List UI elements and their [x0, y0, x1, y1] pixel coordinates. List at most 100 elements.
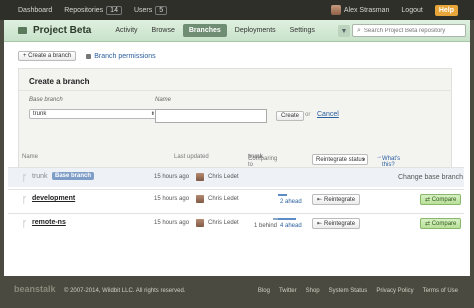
compare-button[interactable]: ⇄ Compare [420, 218, 462, 229]
base-branch-value: trunk [33, 111, 47, 117]
avatar [330, 5, 341, 15]
chevron-down-icon: ▾ [362, 157, 365, 163]
create-branch-button[interactable]: + Create a branch [18, 51, 77, 61]
base-branch-select[interactable]: trunk ⬍ [29, 109, 159, 119]
compare-label: Compare [431, 197, 457, 203]
cancel-link[interactable]: Cancel [317, 111, 339, 118]
ahead-behind-bars [260, 218, 296, 221]
user-name: Alex Strasman [343, 6, 390, 14]
behind-count: 1 behind [254, 223, 278, 229]
sort-select-value: Reintegrate status [316, 157, 365, 163]
nav-dashboard[interactable]: Dashboard [18, 7, 52, 14]
reintegrate-label: Reintegrate [324, 220, 356, 227]
compare-label: Compare [431, 221, 457, 227]
logout-link[interactable]: Logout [401, 7, 422, 14]
global-nav: Dashboard Repositories 14 Users 5 [18, 5, 168, 15]
branch-permissions-label: Branch permissions [94, 52, 156, 60]
help-button[interactable]: Help [434, 4, 458, 16]
project-title[interactable]: Project Beta [33, 25, 91, 36]
table-header: Name Last updated Comparing to trunk Rei… [18, 152, 452, 168]
ahead-count[interactable]: 4 ahead [280, 223, 302, 229]
tab-deployments[interactable]: Deployments [229, 24, 282, 37]
footer-links: Blog Twitter Shop System Status Privacy … [258, 288, 458, 294]
tab-branches[interactable]: Branches [182, 24, 227, 37]
filter-icon[interactable]: ▼ [338, 25, 350, 37]
col-updated: Last updated [174, 154, 209, 160]
nav-repositories-label: Repositories [64, 6, 104, 14]
footer-link-shop[interactable]: Shop [306, 288, 320, 294]
divider [19, 90, 451, 91]
compare-status: 2 ahead [254, 193, 302, 207]
user-name: Chris Ledet [208, 220, 239, 226]
branch-name-input[interactable] [155, 109, 267, 123]
form-title: Create a branch [29, 77, 90, 86]
tab-activity[interactable]: Activity [109, 24, 143, 37]
base-branch-badge: Base branch [52, 172, 95, 180]
name-label: Name [155, 97, 172, 103]
branch-name[interactable]: remote-ns [32, 219, 66, 226]
footer-link-twitter[interactable]: Twitter [279, 288, 297, 294]
compare-icon: ⇄ [425, 221, 431, 227]
branch-actions: + Create a branch Branch permissions [18, 51, 156, 61]
nav-users-label: Users [133, 6, 153, 14]
repository-icon [18, 27, 27, 34]
beanstalk-logo[interactable]: beanstalk [14, 284, 56, 294]
avatar [196, 195, 204, 203]
compare-status: 1 behind 4 ahead [254, 217, 302, 231]
user-name: Chris Ledet [208, 196, 239, 202]
col-name: Name [22, 154, 39, 160]
lock-icon [86, 53, 92, 59]
nav-users[interactable]: Users 5 [133, 5, 168, 15]
change-base-branch-link[interactable]: Change base branch [398, 174, 463, 181]
search-input[interactable] [363, 27, 465, 34]
branch-name[interactable]: trunk [32, 173, 48, 180]
tab-browse[interactable]: Browse [146, 24, 181, 37]
footer-link-blog[interactable]: Blog [258, 288, 270, 294]
base-branch-label: Base branch [29, 97, 63, 103]
compare-button[interactable]: ⇄ Compare [420, 194, 462, 205]
whats-this-link[interactable]: → What's this? [376, 154, 400, 168]
last-updated: 15 hours ago [154, 196, 190, 202]
avatar [196, 219, 204, 227]
project-tabs: Activity Browse Branches Deployments Set… [109, 24, 321, 37]
branch-icon: ᚴ [22, 195, 28, 205]
ahead-bar [278, 218, 296, 220]
branch-permissions-link[interactable]: Branch permissions [86, 52, 156, 60]
search-field[interactable]: ⌕ [352, 24, 466, 37]
user-menu[interactable]: Alex Strasman [330, 5, 390, 15]
avatar [196, 173, 204, 181]
ahead-behind-bars [260, 194, 296, 197]
top-bar: Dashboard Repositories 14 Users 5 Alex Str… [0, 0, 474, 20]
branch-name[interactable]: development [32, 195, 75, 202]
main-panel: + Create a branch Branch permissions Cre… [4, 42, 470, 276]
compare-icon: ⇄ [425, 197, 431, 203]
reintegrate-button[interactable]: ⇤ Reintegrate [312, 218, 361, 229]
nav-repositories[interactable]: Repositories 14 [64, 5, 122, 15]
reintegrate-icon: ⇤ [317, 221, 323, 227]
search-icon: ⌕ [357, 26, 361, 34]
reintegrate-icon: ⇤ [317, 197, 323, 203]
or-text: or [305, 112, 311, 118]
footer-link-privacy[interactable]: Privacy Policy [376, 288, 413, 294]
user-area: Alex Strasman Logout Help [330, 0, 474, 20]
last-updated: 15 hours ago [154, 174, 190, 180]
reintegrate-button[interactable]: ⇤ Reintegrate [312, 194, 361, 205]
copyright: © 2007-2014, Wildbit LLC. All rights res… [64, 288, 186, 294]
ahead-count[interactable]: 2 ahead [280, 199, 302, 205]
tab-settings[interactable]: Settings [284, 24, 321, 37]
branch-icon: ᚴ [22, 173, 28, 183]
table-row: ᚴ development 15 hours ago Chris Ledet 2… [8, 189, 464, 209]
table-row: ᚴ remote-ns 15 hours ago Chris Ledet 1 b… [8, 213, 464, 233]
users-count-badge: 5 [155, 5, 168, 15]
table-row: ᚴ trunk Base branch 15 hours ago Chris L… [8, 167, 464, 187]
create-button[interactable]: Create [276, 111, 305, 121]
user-name: Chris Ledet [208, 174, 239, 180]
sort-select[interactable]: Reintegrate status ▾ [312, 154, 368, 165]
footer: beanstalk © 2007-2014, Wildbit LLC. All … [0, 276, 474, 308]
reintegrate-label: Reintegrate [324, 196, 356, 203]
repositories-count-badge: 14 [106, 5, 122, 15]
project-header: Project Beta Activity Browse Branches De… [4, 20, 470, 42]
footer-link-terms[interactable]: Terms of Use [423, 288, 458, 294]
footer-link-system-status[interactable]: System Status [329, 288, 368, 294]
col-comparing: Comparing to trunk [248, 154, 277, 168]
